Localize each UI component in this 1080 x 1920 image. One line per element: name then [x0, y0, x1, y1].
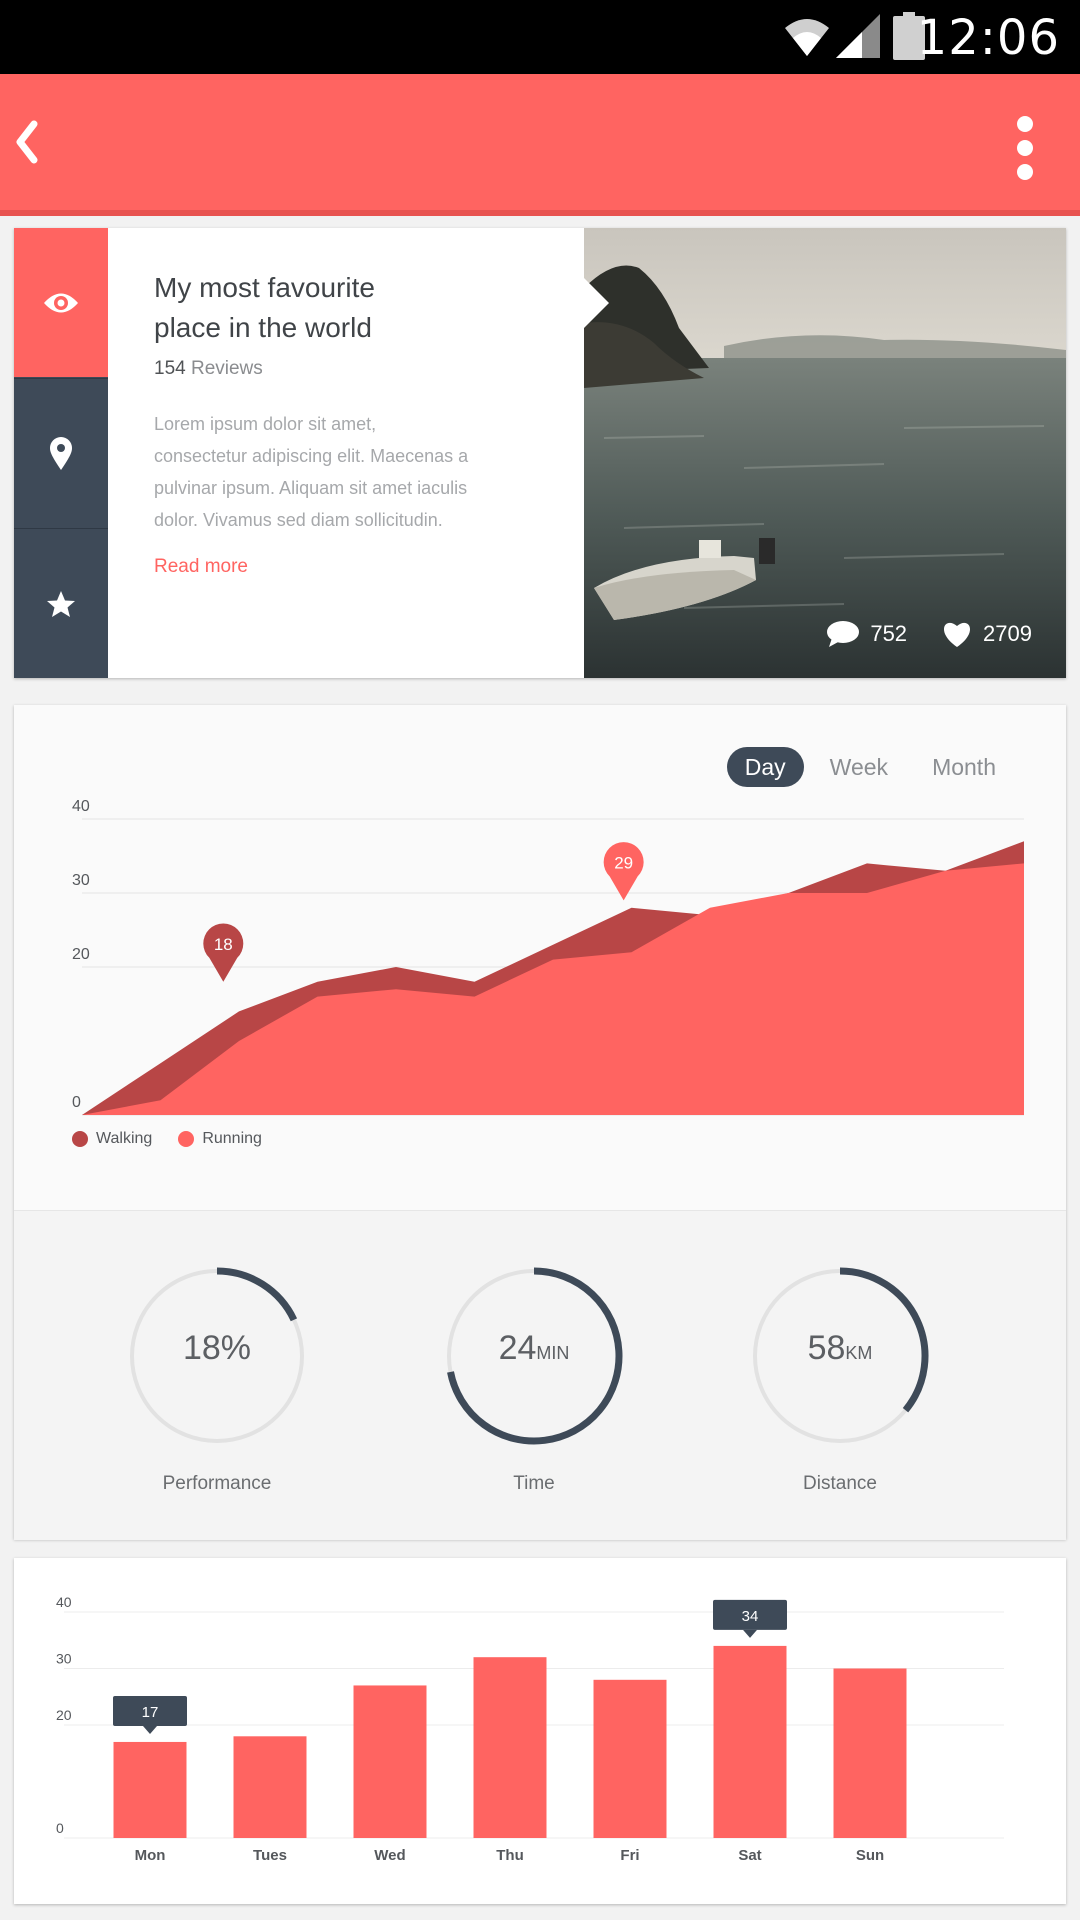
status-bar: 12:06 — [0, 0, 1080, 74]
photo-notch — [584, 278, 609, 328]
like-count: 2709 — [983, 621, 1032, 646]
y-tick-label: 30 — [72, 872, 90, 889]
bar-thu — [473, 1657, 547, 1838]
y-tick-label: 0 — [56, 1820, 64, 1836]
bar-callout: 17 — [113, 1695, 187, 1734]
app-bar — [0, 74, 1080, 216]
bar-sun — [833, 1668, 907, 1838]
legend-walking: Walking — [72, 1130, 152, 1148]
place-title-line1: My most favourite — [154, 272, 375, 303]
desc-line: pulvinar ipsum. Aliquam sit amet iaculis — [154, 478, 468, 498]
bar-mon — [113, 1741, 187, 1838]
legend-swatch — [178, 1131, 195, 1147]
callout-pointer — [743, 1629, 757, 1638]
x-tick-label: Fri — [620, 1847, 639, 1864]
eye-icon — [44, 293, 78, 312]
x-tick-label: Thu — [496, 1847, 524, 1864]
callout-pointer — [143, 1725, 157, 1734]
desc-line: Lorem ipsum dolor sit amet, — [154, 414, 377, 434]
metric-distance: 58KM Distance — [740, 1261, 940, 1495]
tab-month[interactable]: Month — [914, 747, 1014, 787]
cell-signal-icon — [836, 14, 880, 58]
tab-location[interactable] — [14, 378, 108, 529]
metric-value: 58KM — [807, 1329, 873, 1367]
data-marker: 18 — [203, 923, 244, 982]
comment-icon — [827, 621, 860, 647]
y-tick-label: 20 — [72, 946, 90, 963]
callout-label: 34 — [742, 1608, 759, 1625]
marker-label: 18 — [214, 935, 233, 954]
tab-week[interactable]: Week — [812, 747, 906, 787]
metric-value: 24MIN — [498, 1329, 570, 1367]
metric-label: Distance — [803, 1473, 877, 1494]
heart-icon — [944, 622, 971, 647]
weekly-chart-card: 40 30 20 0 Mon Tues Wed Thu Fri Sat Sun 17 34 — [14, 1558, 1066, 1904]
comments-stat[interactable]: 752 — [826, 620, 907, 648]
bar-sat — [713, 1645, 787, 1838]
metrics-panel: 18% Performance 24MIN Time 58KM Distance — [14, 1210, 1066, 1540]
photo-stats: 752 2709 — [802, 620, 1032, 648]
place-info: My most favourite place in the world 154… — [154, 268, 554, 578]
x-tick-label: Mon — [135, 1847, 166, 1864]
data-marker: 29 — [603, 842, 644, 901]
tab-favorite[interactable] — [14, 529, 108, 678]
tab-view[interactable] — [14, 228, 108, 377]
x-tick-label: Sat — [738, 1847, 761, 1864]
metric-label: Time — [513, 1473, 555, 1494]
callout-label: 17 — [142, 1704, 159, 1721]
metric-value: 18% — [182, 1329, 252, 1367]
read-more-link[interactable]: Read more — [154, 556, 248, 578]
chart-legend: Walking Running — [72, 1130, 262, 1148]
bar-wed — [353, 1685, 427, 1838]
wifi-icon — [785, 19, 829, 56]
legend-swatch — [72, 1131, 88, 1147]
metric-time: 24MIN Time — [434, 1261, 634, 1495]
place-photo: 752 2709 — [584, 228, 1066, 678]
side-tab-bar — [14, 228, 108, 678]
seascape-image — [584, 228, 1066, 678]
y-tick-label: 30 — [56, 1651, 72, 1667]
place-description: Lorem ipsum dolor sit amet, consectetur … — [154, 408, 554, 536]
chevron-left-icon[interactable] — [12, 112, 42, 172]
ring-progress — [216, 1267, 298, 1322]
marker-label: 29 — [614, 853, 633, 872]
desc-line: dolor. Vivamus sed diam sollicitudin. — [154, 510, 443, 530]
legend-running: Running — [178, 1130, 262, 1148]
y-tick-label: 40 — [56, 1594, 72, 1610]
star-icon — [47, 590, 75, 617]
review-number: 154 — [154, 358, 186, 379]
status-time: 12:06 — [916, 10, 1060, 66]
legend-label: Walking — [96, 1130, 153, 1147]
weekly-bar-chart: 40 30 20 0 Mon Tues Wed Thu Fri Sat Sun 17 34 — [56, 1594, 1004, 1864]
activity-area-chart: 40 30 20 0 18 29 — [72, 798, 1024, 1116]
comment-count: 752 — [870, 621, 908, 646]
bar-tues — [233, 1736, 307, 1838]
y-tick-label: 40 — [72, 798, 90, 815]
likes-stat[interactable]: 2709 — [941, 620, 1032, 648]
x-tick-label: Tues — [253, 1847, 287, 1864]
review-label: Reviews — [190, 358, 263, 379]
more-vert-icon[interactable] — [1014, 116, 1036, 180]
metric-performance: 18% Performance — [117, 1261, 317, 1495]
activity-card: Day Week Month 40 30 20 0 18 29 Walking Runni… — [14, 705, 1066, 1540]
tab-day[interactable]: Day — [726, 747, 804, 787]
x-tick-label: Wed — [374, 1847, 405, 1864]
bar-callout: 34 — [713, 1599, 787, 1638]
period-selector: Day Week Month — [726, 747, 1014, 787]
review-count: 154 Reviews — [154, 358, 554, 380]
place-title: My most favourite place in the world — [154, 268, 554, 348]
desc-line: consectetur adipiscing elit. Maecenas a — [154, 446, 469, 466]
place-title-line2: place in the world — [154, 312, 372, 343]
x-tick-label: Sun — [856, 1847, 884, 1864]
y-tick-label: 0 — [72, 1094, 81, 1111]
series-area-running — [82, 863, 1024, 1115]
metric-label: Performance — [162, 1473, 272, 1494]
location-pin-icon — [50, 436, 72, 470]
place-card: My most favourite place in the world 154… — [14, 228, 1066, 678]
legend-label: Running — [202, 1130, 262, 1147]
bar-fri — [593, 1679, 667, 1838]
y-tick-label: 20 — [56, 1707, 72, 1723]
